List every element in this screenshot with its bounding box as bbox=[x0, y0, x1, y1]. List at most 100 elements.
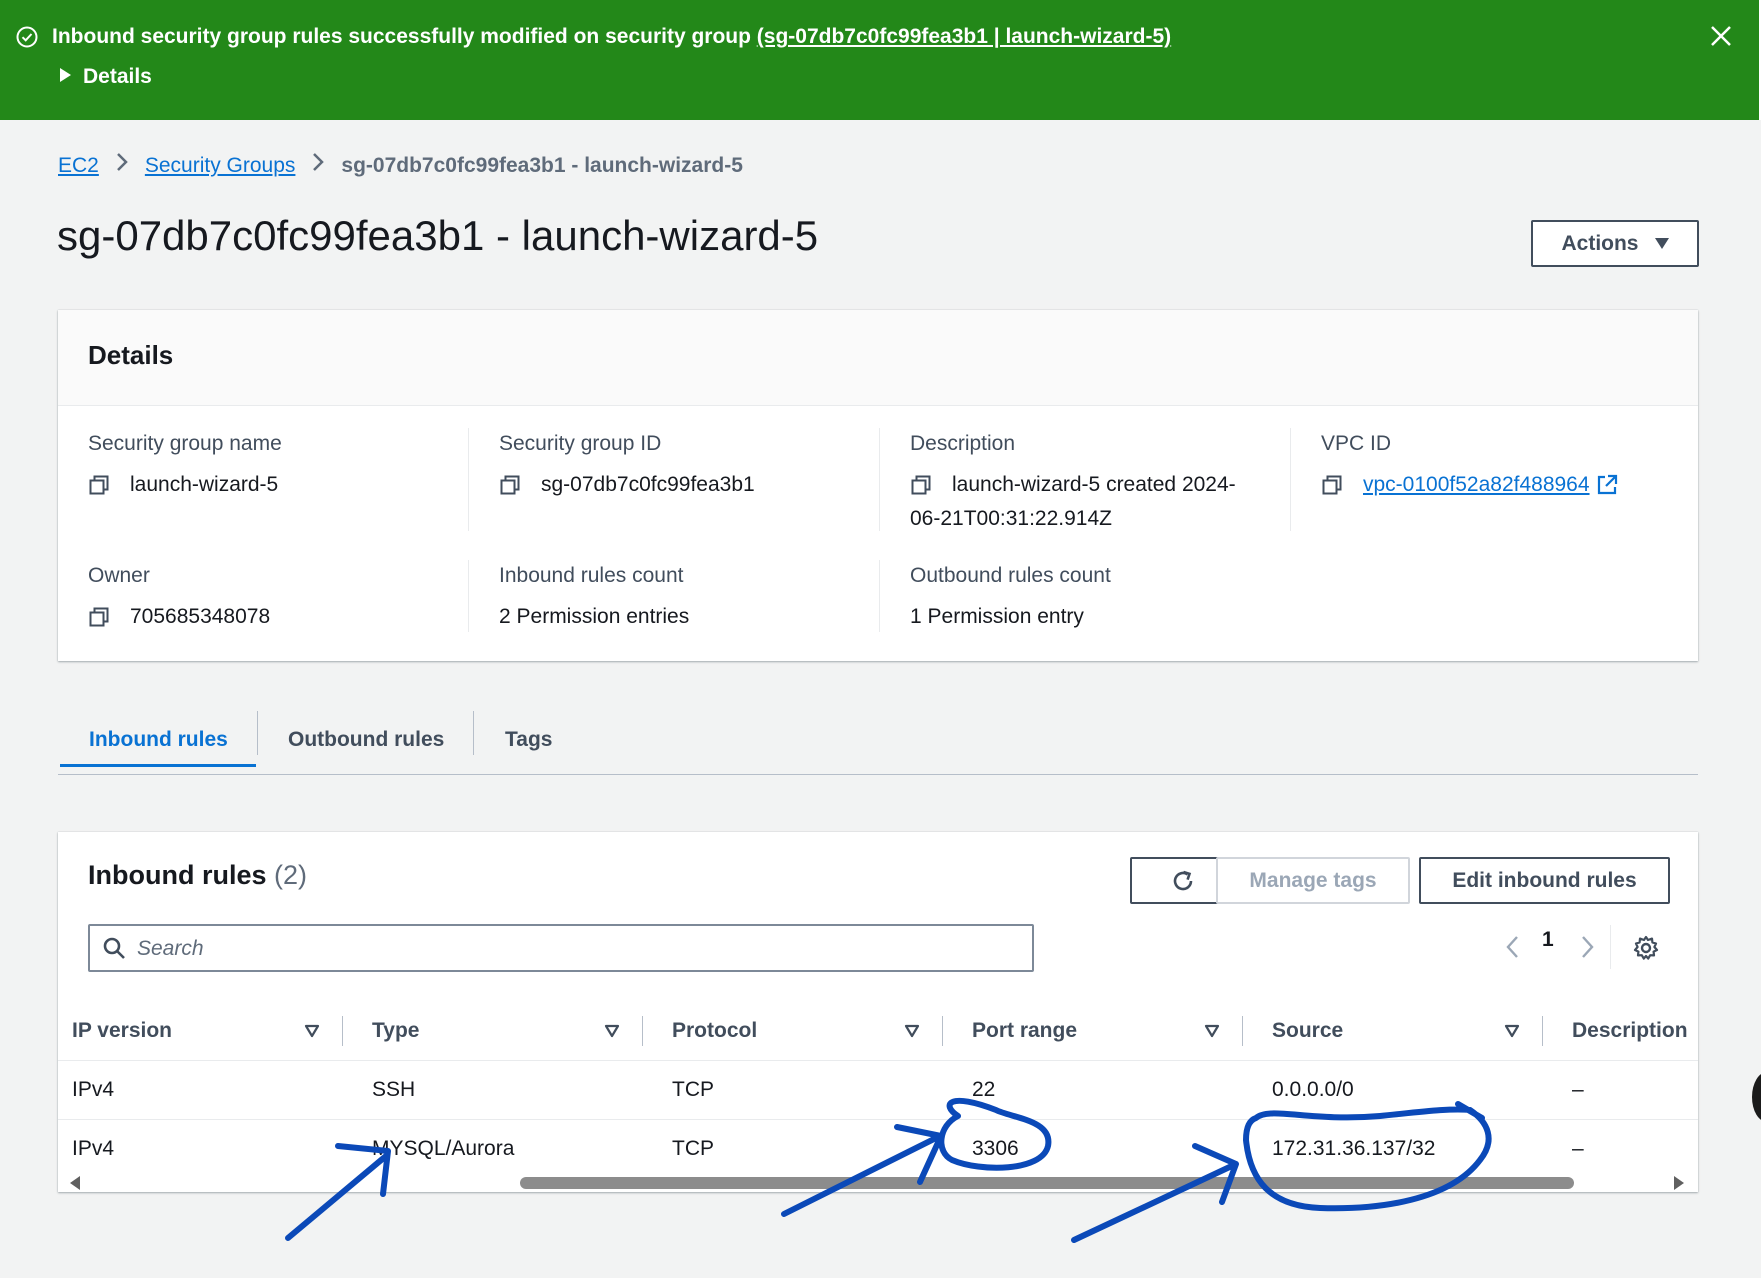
column-divider bbox=[879, 560, 880, 632]
edit-inbound-rules-button[interactable]: Edit inbound rules bbox=[1419, 857, 1670, 904]
copy-icon[interactable] bbox=[499, 474, 521, 496]
chevron-left-icon[interactable] bbox=[1504, 934, 1520, 960]
field-value: 705685348078 bbox=[130, 605, 271, 628]
tab-divider bbox=[257, 711, 258, 755]
breadcrumb-ec2[interactable]: EC2 bbox=[58, 154, 99, 177]
field-label: VPC ID bbox=[1321, 432, 1392, 455]
field-value: 2 Permission entries bbox=[499, 605, 690, 628]
field-value: sg-07db7c0fc99fea3b1 bbox=[541, 473, 755, 496]
inbound-rules-heading: Inbound rules (2) bbox=[88, 860, 307, 891]
chevron-right-icon[interactable] bbox=[1580, 934, 1596, 960]
copy-icon[interactable] bbox=[88, 474, 110, 496]
column-divider[interactable] bbox=[642, 1016, 643, 1046]
sort-down-icon[interactable] bbox=[904, 1024, 920, 1038]
field-vpc-id: VPC ID vpc-0100f52a82f488964 bbox=[1321, 432, 1618, 502]
details-panel: Details Security group name launch-wizar… bbox=[58, 310, 1698, 661]
breadcrumb: EC2 Security Groups sg-07db7c0fc99fea3b1 -… bbox=[58, 152, 743, 178]
success-flash-banner: Inbound security group rules successfull… bbox=[0, 0, 1759, 120]
field-label: Security group ID bbox=[499, 432, 662, 455]
table-header: IP version Type Protocol Port range Sour… bbox=[58, 1002, 1698, 1061]
field-security-group-id: Security group ID sg-07db7c0fc99fea3b1 bbox=[499, 432, 755, 502]
horizontal-scrollbar[interactable] bbox=[58, 1170, 1698, 1192]
chevron-right-icon bbox=[116, 152, 128, 178]
vpc-id-link[interactable]: vpc-0100f52a82f488964 bbox=[1363, 468, 1590, 502]
column-header-source[interactable]: Source bbox=[1272, 1002, 1343, 1060]
copy-icon[interactable] bbox=[910, 474, 932, 496]
copy-icon[interactable] bbox=[1321, 474, 1343, 496]
column-divider[interactable] bbox=[342, 1016, 343, 1046]
column-divider[interactable] bbox=[1242, 1016, 1243, 1046]
tab-tags[interactable]: Tags bbox=[505, 706, 552, 774]
tab-outbound-rules[interactable]: Outbound rules bbox=[288, 706, 444, 774]
column-divider[interactable] bbox=[1542, 1016, 1543, 1046]
field-value: 1 Permission entry bbox=[910, 605, 1084, 628]
inbound-rules-count: (2) bbox=[274, 860, 308, 890]
sort-down-icon[interactable] bbox=[1504, 1024, 1520, 1038]
column-header-port-range[interactable]: Port range bbox=[972, 1002, 1077, 1060]
active-tab-indicator bbox=[60, 764, 256, 767]
caret-right-icon bbox=[60, 68, 71, 83]
flash-details-toggle[interactable]: Details bbox=[60, 65, 152, 89]
search-input[interactable]: Search bbox=[88, 924, 1034, 972]
pager-divider bbox=[1610, 925, 1611, 969]
details-header: Details bbox=[58, 310, 1698, 406]
cell-type: SSH bbox=[372, 1078, 416, 1101]
manage-tags-button[interactable]: Manage tags bbox=[1216, 857, 1410, 904]
cell-source: 0.0.0.0/0 bbox=[1272, 1078, 1354, 1101]
page-number[interactable]: 1 bbox=[1542, 928, 1554, 952]
field-label: Inbound rules count bbox=[499, 564, 684, 587]
caret-down-icon bbox=[1654, 238, 1669, 249]
field-outbound-rules-count: Outbound rules count 1 Permission entry bbox=[910, 564, 1111, 634]
column-divider bbox=[1290, 428, 1291, 531]
cell-ip-version: IPv4 bbox=[72, 1078, 115, 1101]
column-divider bbox=[468, 428, 469, 531]
details-heading: Details bbox=[88, 340, 174, 370]
table-row[interactable]: IPv4 SSH TCP 22 0.0.0.0/0 – bbox=[58, 1061, 1698, 1120]
flash-message-text: Inbound security group rules successfull… bbox=[52, 25, 757, 48]
external-link-icon[interactable] bbox=[1596, 474, 1618, 496]
actions-label: Actions bbox=[1561, 231, 1639, 255]
cell-protocol: TCP bbox=[672, 1078, 714, 1101]
field-value: launch-wizard-5 bbox=[130, 473, 279, 496]
close-icon[interactable] bbox=[1709, 24, 1733, 48]
field-value: launch-wizard-5 created 2024- bbox=[952, 473, 1236, 496]
cell-description: – bbox=[1572, 1078, 1584, 1101]
field-value-continued: 06-21T00:31:22.914Z bbox=[910, 507, 1112, 530]
column-header-description[interactable]: Description bbox=[1572, 1002, 1688, 1060]
field-label: Description bbox=[910, 432, 1016, 455]
column-header-type[interactable]: Type bbox=[372, 1002, 419, 1060]
tab-divider bbox=[473, 711, 474, 755]
field-owner: Owner 705685348078 bbox=[88, 564, 270, 634]
column-divider bbox=[879, 428, 880, 531]
scrollbar-thumb[interactable] bbox=[520, 1177, 1574, 1189]
copy-icon[interactable] bbox=[88, 606, 110, 628]
breadcrumb-security-groups[interactable]: Security Groups bbox=[145, 154, 296, 177]
field-description: Description launch-wizard-5 created 2024… bbox=[910, 432, 1236, 536]
success-check-icon bbox=[16, 26, 38, 48]
tab-bar: Inbound rules Outbound rules Tags bbox=[58, 706, 1698, 775]
manage-tags-label: Manage tags bbox=[1249, 868, 1377, 892]
sort-down-icon[interactable] bbox=[304, 1024, 320, 1038]
inbound-rules-panel: Inbound rules (2) Manage tags Edit inbou… bbox=[58, 832, 1698, 1192]
flash-message: Inbound security group rules successfull… bbox=[52, 25, 1171, 49]
actions-button[interactable]: Actions bbox=[1531, 220, 1699, 267]
sort-down-icon[interactable] bbox=[604, 1024, 620, 1038]
cell-port-range: 22 bbox=[972, 1078, 996, 1101]
scroll-right-arrow-icon[interactable] bbox=[1674, 1176, 1684, 1190]
search-icon bbox=[103, 937, 125, 959]
gear-icon[interactable] bbox=[1633, 935, 1659, 961]
column-header-protocol[interactable]: Protocol bbox=[672, 1002, 757, 1060]
flash-security-group-link[interactable]: (sg-07db7c0fc99fea3b1 | launch-wizard-5) bbox=[757, 25, 1171, 48]
edit-inbound-rules-label: Edit inbound rules bbox=[1452, 868, 1637, 892]
scroll-left-arrow-icon[interactable] bbox=[70, 1176, 80, 1190]
column-divider bbox=[468, 560, 469, 632]
field-label: Owner bbox=[88, 564, 150, 587]
search-placeholder: Search bbox=[137, 937, 204, 960]
sort-down-icon[interactable] bbox=[1204, 1024, 1220, 1038]
column-header-ip-version[interactable]: IP version bbox=[72, 1002, 172, 1060]
chevron-right-icon bbox=[312, 152, 325, 178]
column-divider[interactable] bbox=[942, 1016, 943, 1046]
page-title: sg-07db7c0fc99fea3b1 - launch-wizard-5 bbox=[57, 212, 819, 259]
floating-widget-edge[interactable] bbox=[1752, 1072, 1761, 1122]
field-label: Security group name bbox=[88, 432, 282, 455]
